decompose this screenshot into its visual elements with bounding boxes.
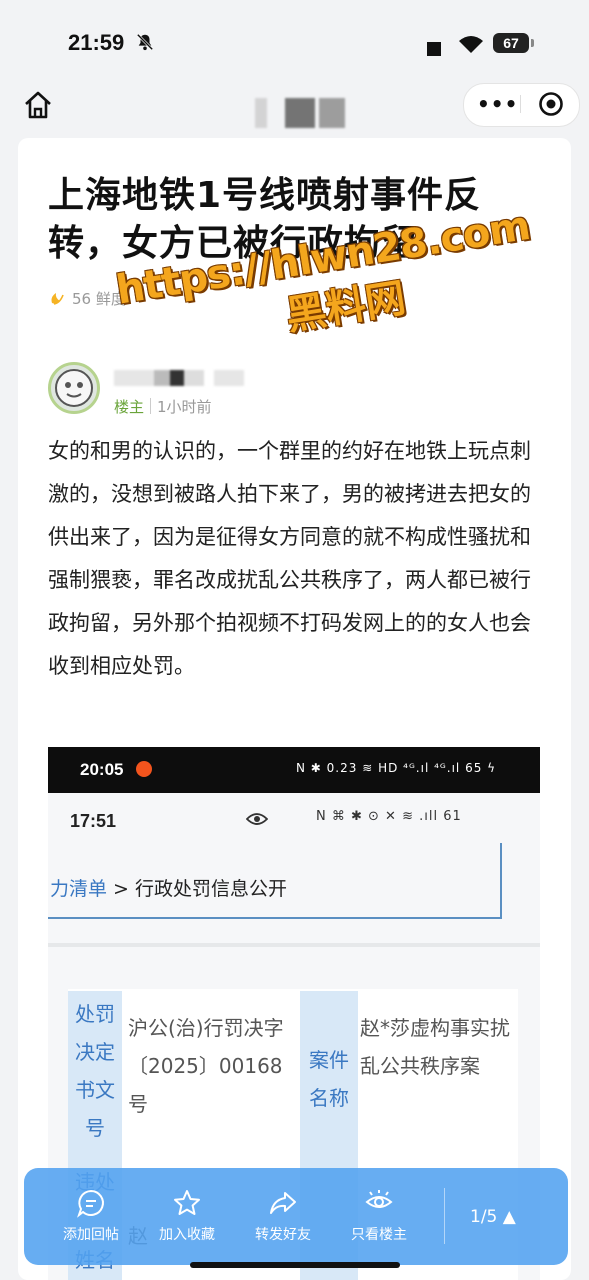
favorite-label: 加入收藏 xyxy=(159,1227,215,1243)
bell-muted-icon xyxy=(136,33,154,51)
embedded-time-inner: 17:51 xyxy=(70,811,117,831)
home-icon[interactable] xyxy=(22,90,54,120)
more-dots-icon[interactable]: ••• xyxy=(477,92,517,116)
comment-icon xyxy=(77,1189,104,1218)
breadcrumb-separator: > xyxy=(107,878,136,900)
section-divider xyxy=(48,943,540,947)
meta-divider xyxy=(150,398,151,414)
capsule-divider xyxy=(520,95,521,113)
op-only-button[interactable]: 只看楼主 xyxy=(334,1188,424,1258)
breadcrumb-current: 行政处罚信息公开 xyxy=(135,878,288,900)
embedded-time-outer: 20:05 xyxy=(80,760,124,779)
eye-icon xyxy=(365,1190,393,1208)
eye-icon xyxy=(246,813,268,825)
embedded-status-icons-inner: N ⌘ ✱ ⊙ ✕ ≋ .ıll 61 xyxy=(316,809,462,824)
table-header-label: 处罚决定书文号 xyxy=(75,1002,115,1140)
post-time: 1小时前 xyxy=(157,398,212,416)
op-only-label: 只看楼主 xyxy=(351,1227,407,1243)
avatar-face-icon xyxy=(55,369,93,407)
wifi-icon xyxy=(459,36,483,53)
page-number: 1/5 xyxy=(470,1207,498,1227)
signal-icon xyxy=(427,42,441,56)
embedded-status-icons-outer: N ✱ 0.23 ≋ HD ⁴ᴳ.ıl ⁴ᴳ.ıl 65 ϟ xyxy=(296,761,497,775)
table-cell-case-name: 赵*莎虚构事实扰乱公共秩序案 xyxy=(360,1016,510,1078)
page-indicator[interactable]: 1/5 ▲ xyxy=(470,1207,516,1227)
app-notification-icon xyxy=(136,761,152,777)
breadcrumb: 力清单 > 行政处罚信息公开 xyxy=(50,874,287,901)
share-label: 转发好友 xyxy=(255,1227,311,1243)
caret-up-icon: ▲ xyxy=(502,1207,516,1227)
status-time: 21:59 xyxy=(68,30,125,55)
share-button[interactable]: 转发好友 xyxy=(238,1188,328,1258)
post-body: 女的和男的认识的，一个群里的约好在地铁上玩点刺激的，没想到被路人拍下来了，男的被… xyxy=(48,439,531,678)
avatar[interactable] xyxy=(48,362,100,414)
bottom-divider xyxy=(444,1188,445,1244)
author-name-blurred[interactable] xyxy=(114,370,244,386)
battery-icon: 67 xyxy=(493,33,534,53)
target-icon[interactable] xyxy=(538,91,564,117)
breadcrumb-parent[interactable]: 力清单 xyxy=(50,878,107,900)
author-role-badge: 楼主 xyxy=(114,398,145,416)
freshness-icon xyxy=(51,293,64,305)
reply-button[interactable]: 添加回帖 xyxy=(46,1188,136,1258)
home-indicator[interactable] xyxy=(190,1262,400,1268)
share-icon xyxy=(270,1192,296,1214)
nav-title-blurred xyxy=(255,98,345,128)
table-cell-document-number: 沪公(治)行罚决字〔2025〕00168号 xyxy=(128,1016,284,1116)
star-icon xyxy=(174,1190,200,1215)
reply-label: 添加回帖 xyxy=(63,1227,119,1243)
embedded-inner-status-bar xyxy=(48,793,540,837)
favorite-button[interactable]: 加入收藏 xyxy=(142,1188,232,1258)
